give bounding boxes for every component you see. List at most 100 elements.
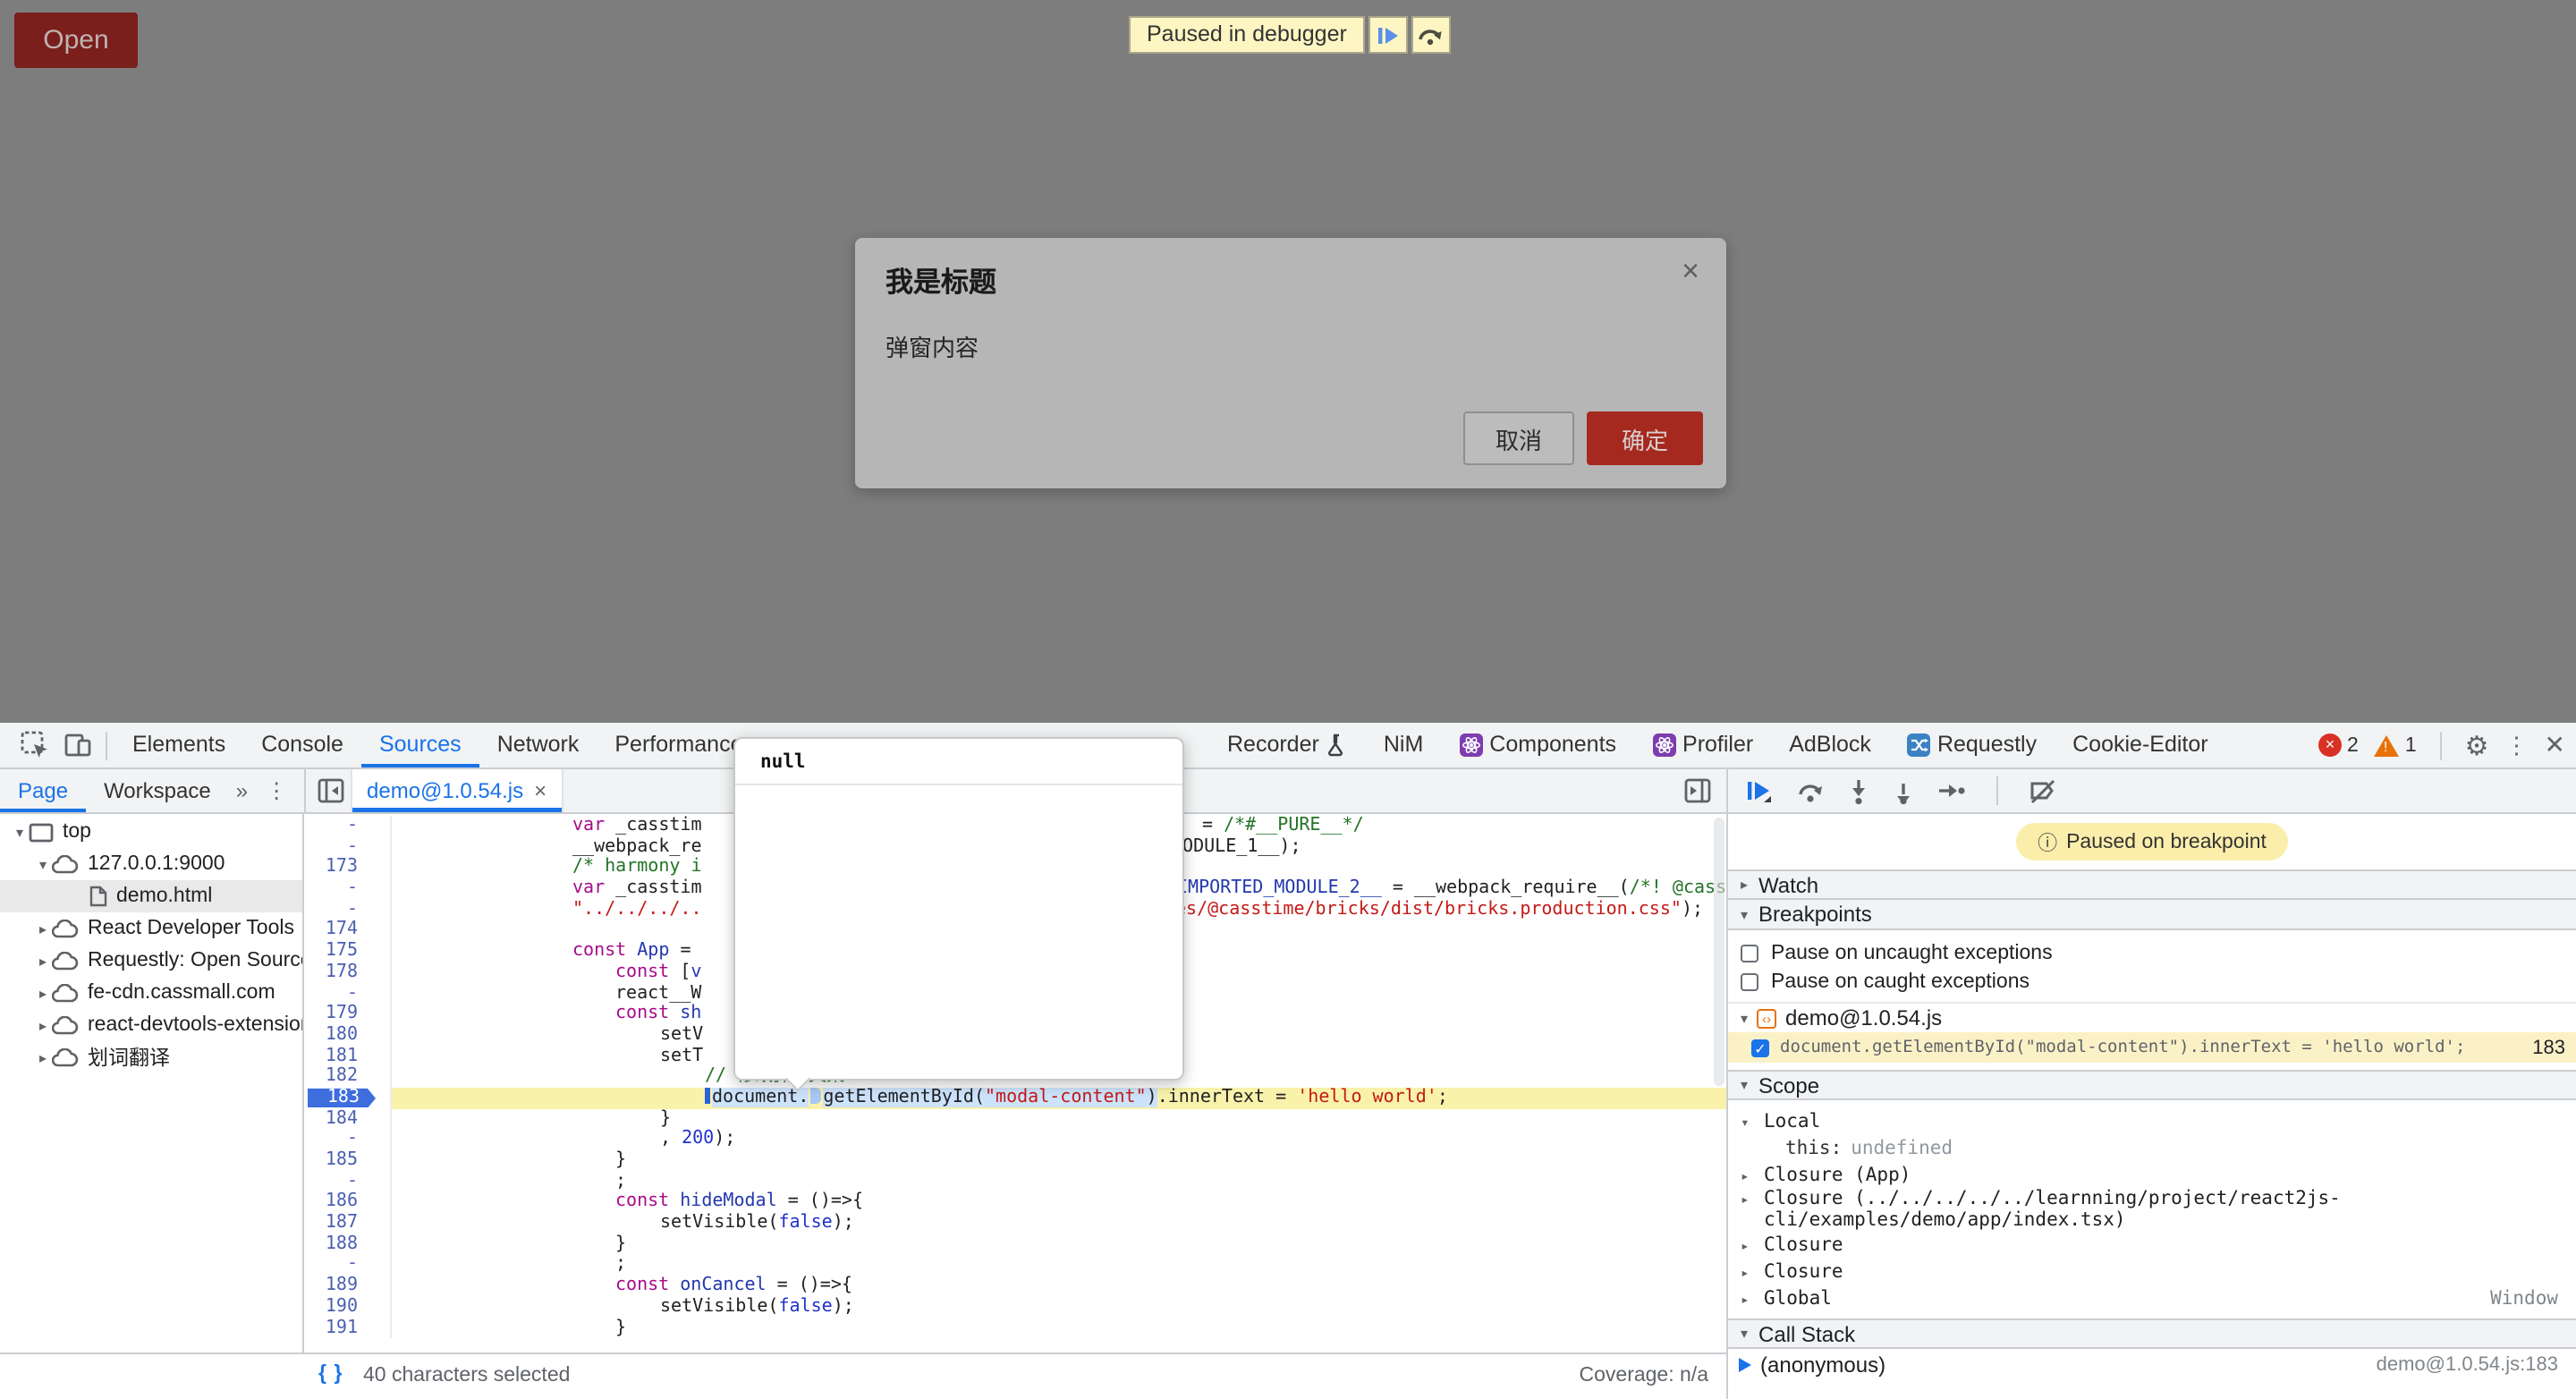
- pause-caught-row[interactable]: Pause on caught exceptions: [1728, 968, 2576, 996]
- line-number-gutter[interactable]: -: [304, 1255, 392, 1276]
- file-tab-close-icon[interactable]: ×: [534, 778, 547, 803]
- tree-item[interactable]: demo.html: [0, 880, 302, 912]
- line-number-gutter[interactable]: 188: [304, 1234, 392, 1255]
- navigator-tab-workspace[interactable]: Workspace: [86, 769, 229, 812]
- line-number-gutter[interactable]: 185: [304, 1150, 392, 1171]
- line-number-gutter[interactable]: 178: [304, 962, 392, 983]
- tab-components[interactable]: Components: [1441, 723, 1634, 767]
- inspect-element-icon[interactable]: [13, 725, 55, 765]
- warning-count-icon[interactable]: !: [2375, 734, 2400, 756]
- code-line[interactable]: 190setVisible(false);: [304, 1297, 1726, 1318]
- tab-network[interactable]: Network: [479, 723, 597, 767]
- tab-requestly[interactable]: Requestly: [1889, 723, 2055, 767]
- settings-gear-icon[interactable]: ⚙: [2465, 729, 2489, 761]
- tree-item[interactable]: ▸ React Developer Tools: [0, 912, 302, 945]
- line-number-gutter[interactable]: 186: [304, 1192, 392, 1213]
- tree-item[interactable]: ▾ 127.0.0.1:9000: [0, 848, 302, 880]
- line-number-gutter[interactable]: -: [304, 836, 392, 857]
- show-debugger-panel-icon[interactable]: [1683, 776, 1712, 805]
- tab-cookie-editor[interactable]: Cookie-Editor: [2055, 723, 2225, 767]
- call-stack-frame[interactable]: (anonymous) demo@1.0.54.js:183: [1728, 1349, 2576, 1379]
- breakpoint-entry[interactable]: ✓ document.getElementById("modal-content…: [1728, 1032, 2576, 1063]
- step-over-icon[interactable]: [1796, 777, 1825, 804]
- banner-resume-icon[interactable]: [1368, 16, 1408, 54]
- warning-count[interactable]: 1: [2405, 734, 2417, 756]
- step-icon[interactable]: [1937, 780, 1966, 801]
- code-line[interactable]: 189const onCancel = ()=>{: [304, 1276, 1726, 1296]
- banner-step-over-icon[interactable]: [1411, 16, 1451, 54]
- checkbox-unchecked[interactable]: [1741, 973, 1758, 991]
- line-number-gutter[interactable]: -: [304, 1130, 392, 1150]
- line-number-gutter[interactable]: 180: [304, 1025, 392, 1046]
- checkbox-checked[interactable]: ✓: [1751, 1039, 1769, 1056]
- more-tabs-icon[interactable]: »: [229, 778, 255, 803]
- line-number-gutter[interactable]: 191: [304, 1318, 392, 1338]
- modal-close-button[interactable]: ×: [1678, 252, 1703, 290]
- checkbox-unchecked[interactable]: [1741, 945, 1758, 962]
- tree-item[interactable]: ▸ 划词翻译: [0, 1041, 302, 1073]
- code-line[interactable]: 188}: [304, 1234, 1726, 1255]
- code-line-current[interactable]: 183document.getElementById("modal-conten…: [304, 1088, 1726, 1108]
- code-line[interactable]: 191}: [304, 1318, 1726, 1338]
- call-stack-section-header[interactable]: ▾ Call Stack: [1728, 1318, 2576, 1349]
- code-line[interactable]: 186const hideModal = ()=>{: [304, 1192, 1726, 1213]
- line-number-gutter[interactable]: -: [304, 983, 392, 1004]
- line-number-gutter[interactable]: 181: [304, 1046, 392, 1066]
- error-count[interactable]: 2: [2347, 734, 2359, 756]
- tree-item[interactable]: ▸ fe-cdn.cassmall.com: [0, 977, 302, 1009]
- pretty-print-icon[interactable]: { }: [318, 1363, 344, 1385]
- line-number-gutter[interactable]: -: [304, 878, 392, 899]
- modal-confirm-button[interactable]: 确定: [1587, 411, 1703, 465]
- line-number-gutter[interactable]: 190: [304, 1297, 392, 1318]
- line-number-gutter[interactable]: 184: [304, 1108, 392, 1129]
- devtools-close-icon[interactable]: ✕: [2545, 730, 2565, 760]
- editor-scrollbar[interactable]: [1714, 818, 1724, 1086]
- tab-console[interactable]: Console: [243, 723, 361, 767]
- tree-item[interactable]: ▸ react-devtools-extensions: [0, 1009, 302, 1041]
- scope-group-row[interactable]: ▸ Closure: [1728, 1258, 2576, 1285]
- line-number-gutter[interactable]: -: [304, 1171, 392, 1191]
- resume-script-icon[interactable]: [1746, 778, 1773, 803]
- code-line[interactable]: -, 200);: [304, 1130, 1726, 1150]
- line-number-gutter[interactable]: 179: [304, 1004, 392, 1024]
- line-number-gutter[interactable]: 187: [304, 1213, 392, 1234]
- scope-group-row[interactable]: ▸ Closure (../../../../../learnning/proj…: [1728, 1188, 2576, 1231]
- tab-recorder[interactable]: Recorder: [1209, 723, 1366, 767]
- watch-section-header[interactable]: ▸ Watch: [1728, 869, 2576, 900]
- code-line[interactable]: -;: [304, 1171, 1726, 1191]
- pause-uncaught-row[interactable]: Pause on uncaught exceptions: [1728, 939, 2576, 968]
- line-number-gutter[interactable]: 183: [304, 1088, 392, 1108]
- navigator-more-options-icon[interactable]: ⋮: [255, 778, 298, 803]
- tab-profiler[interactable]: Profiler: [1634, 723, 1771, 767]
- scope-group-row[interactable]: ▸ Closure (App): [1728, 1161, 2576, 1188]
- line-number-gutter[interactable]: 173: [304, 858, 392, 878]
- error-count-icon[interactable]: ×: [2318, 733, 2342, 757]
- tab-sources[interactable]: Sources: [361, 723, 479, 767]
- line-number-gutter[interactable]: 189: [304, 1276, 392, 1296]
- device-toolbar-icon[interactable]: [55, 725, 98, 765]
- tab-adblock[interactable]: AdBlock: [1771, 723, 1889, 767]
- open-button[interactable]: Open: [14, 13, 138, 68]
- more-options-icon[interactable]: ⋮: [2505, 731, 2529, 759]
- code-line[interactable]: 187setVisible(false);: [304, 1213, 1726, 1234]
- line-number-gutter[interactable]: 174: [304, 920, 392, 941]
- scope-section-header[interactable]: ▾ Scope: [1728, 1070, 2576, 1100]
- tab-nim[interactable]: NiM: [1366, 723, 1441, 767]
- line-number-gutter[interactable]: 182: [304, 1067, 392, 1088]
- scope-group-row[interactable]: ▾ Local: [1728, 1107, 2576, 1134]
- navigator-tab-page[interactable]: Page: [0, 769, 86, 812]
- line-number-gutter[interactable]: 175: [304, 941, 392, 962]
- modal-cancel-button[interactable]: 取消: [1463, 411, 1574, 465]
- scope-group-row[interactable]: ▸ Closure: [1728, 1231, 2576, 1258]
- code-line[interactable]: -;: [304, 1255, 1726, 1276]
- scope-group-row[interactable]: ▸ GlobalWindow: [1728, 1285, 2576, 1311]
- hide-navigator-icon[interactable]: [317, 776, 345, 805]
- tree-item[interactable]: ▾ top: [0, 816, 302, 848]
- step-into-icon[interactable]: [1848, 777, 1869, 804]
- deactivate-breakpoints-icon[interactable]: [2029, 777, 2057, 804]
- line-number-gutter[interactable]: -: [304, 900, 392, 920]
- line-number-gutter[interactable]: -: [304, 816, 392, 836]
- code-line[interactable]: 185}: [304, 1150, 1726, 1171]
- file-tab-demo[interactable]: demo@1.0.54.js ×: [351, 769, 563, 812]
- code-line[interactable]: 184}: [304, 1108, 1726, 1129]
